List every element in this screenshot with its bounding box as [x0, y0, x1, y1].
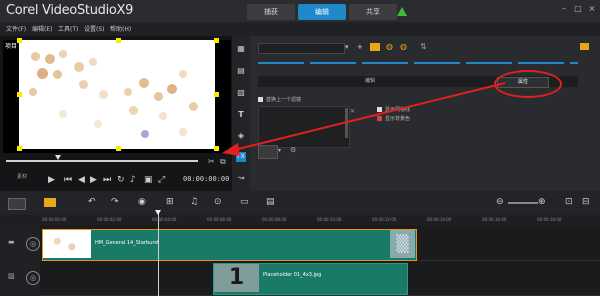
- ruler-tick: 00:00:10:00: [317, 217, 342, 222]
- zoom-in-icon[interactable]: ⊕: [538, 197, 546, 207]
- ruler-tick: 00:00:12:00: [372, 217, 397, 222]
- track-headers: [0, 225, 40, 296]
- zoom-slider[interactable]: [508, 202, 538, 204]
- overlay-track-icon[interactable]: ▨: [8, 272, 15, 280]
- ruler-tick: 00:00:16:00: [482, 217, 507, 222]
- playhead-marker[interactable]: [155, 210, 161, 215]
- timeline-ruler[interactable]: [0, 215, 600, 225]
- video-track-visibility-icon[interactable]: ◎: [26, 237, 40, 251]
- ruler-tick: 00:00:14:00: [427, 217, 452, 222]
- video-clip-thumbnail: [43, 230, 91, 258]
- fit-project-icon[interactable]: ⊡: [565, 197, 573, 207]
- timeline-view-icon[interactable]: [44, 198, 56, 207]
- overlay-clip-thumbnail: 1: [214, 264, 259, 292]
- timeline-playhead[interactable]: [158, 211, 159, 296]
- motion-tracking-icon[interactable]: ⊙: [214, 197, 222, 207]
- auto-music-icon[interactable]: ♫: [190, 197, 198, 207]
- undo-icon[interactable]: ↶: [88, 197, 96, 207]
- ruler-tick: 00:00:06:00: [207, 217, 232, 222]
- project-duration-icon[interactable]: ⊟: [582, 197, 590, 207]
- video-clip-name: HM_General 14_Starburst: [95, 240, 159, 246]
- multicam-icon[interactable]: ▤: [266, 197, 275, 207]
- ruler-tick: 00:00:18:00: [537, 217, 562, 222]
- zoom-out-icon[interactable]: ⊖: [496, 197, 504, 207]
- ruler-tick: 00:00:04:00: [152, 217, 177, 222]
- overlay-clip-name: Placeholder 01_4x3.jpg: [263, 272, 322, 278]
- storyboard-view-icon[interactable]: [8, 198, 26, 210]
- redo-icon[interactable]: ↷: [111, 197, 119, 207]
- video-clip-end-thumbnail: ▒: [390, 230, 415, 258]
- ruler-tick: 00:00:08:00: [262, 217, 287, 222]
- ruler-tick: 00:00:00:00: [42, 217, 67, 222]
- video-track-icon[interactable]: ▬: [8, 238, 15, 246]
- overlay-track-visibility-icon[interactable]: ◎: [26, 271, 40, 285]
- ruler-tick: 00:00:02:00: [97, 217, 122, 222]
- record-icon[interactable]: ◉: [138, 197, 146, 207]
- subtitle-icon[interactable]: ▭: [240, 197, 249, 207]
- mixer-icon[interactable]: ⊞: [166, 197, 174, 207]
